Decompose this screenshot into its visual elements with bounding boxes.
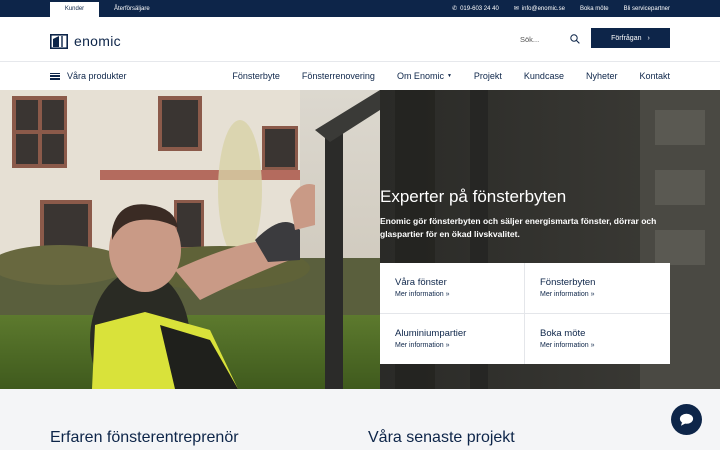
hero-section: Experter på fönsterbyten Enomic gör föns…	[0, 90, 720, 389]
request-button[interactable]: Förfrågan ›	[591, 28, 670, 48]
logo[interactable]: enomic	[50, 33, 121, 49]
card-title: Boka möte	[540, 327, 586, 339]
content-section: Erfaren fönsterentreprenör Våra senaste …	[0, 389, 720, 450]
products-menu-label: Våra produkter	[67, 71, 127, 81]
site-header: enomic Förfrågan ›	[0, 17, 720, 62]
card-title: Fönsterbyten	[540, 277, 596, 288]
phone-number: 019-603 24 40	[460, 5, 499, 12]
chat-bubble-icon	[679, 413, 694, 426]
top-bar: Kunder Återförsäljare ✆ 019-603 24 40 ✉ …	[0, 0, 720, 17]
search-input[interactable]	[520, 34, 560, 44]
card-more-link[interactable]: Mer information »	[395, 342, 509, 349]
become-partner-link[interactable]: Bli servicepartner	[624, 6, 670, 12]
chevron-right-icon: ›	[647, 34, 650, 42]
top-bar-contacts: ✆ 019-603 24 40 ✉ info@enomic.se Boka mö…	[452, 0, 670, 17]
section-heading-right: Våra senaste projekt	[368, 429, 515, 446]
nav-kontakt[interactable]: Kontakt	[639, 71, 670, 81]
main-nav: Våra produkter Fönsterbyte Fönsterrenove…	[0, 62, 720, 90]
nav-om-enomic-label: Om Enomic	[396, 71, 444, 81]
phone-icon: ✆	[452, 6, 458, 12]
nav-fonsterrenovering[interactable]: Fönsterrenovering	[302, 71, 375, 81]
hero-title: Experter på fönsterbyten	[380, 187, 567, 206]
card-fonsterbyten[interactable]: Fönsterbyten Mer information »	[525, 263, 670, 314]
card-more-link[interactable]: Mer information »	[395, 291, 509, 298]
card-boka-mote[interactable]: Boka möte Mer information »	[525, 314, 670, 365]
chat-button[interactable]	[671, 404, 702, 435]
card-more-link[interactable]: Mer information »	[540, 342, 655, 349]
hero-cards: Våra fönster Mer information » Fönsterby…	[380, 263, 670, 364]
card-more-link[interactable]: Mer information »	[540, 291, 655, 298]
products-menu[interactable]: Våra produkter	[50, 62, 127, 90]
tab-kunder[interactable]: Kunder	[50, 2, 99, 17]
nav-nyheter[interactable]: Nyheter	[586, 71, 618, 81]
logo-mark-icon	[50, 33, 68, 49]
request-label: Förfrågan	[611, 34, 642, 42]
caret-down-icon: ▼	[446, 73, 452, 79]
nav-projekt[interactable]: Projekt	[474, 71, 502, 81]
card-title: Våra fönster	[395, 277, 447, 288]
card-vara-fonster[interactable]: Våra fönster Mer information »	[380, 263, 525, 314]
tab-aterforsaljare[interactable]: Återförsäljare	[104, 2, 160, 17]
search-icon[interactable]	[570, 34, 580, 44]
book-meeting-link[interactable]: Boka möte	[580, 6, 609, 12]
search-box	[520, 29, 580, 49]
mail-icon: ✉	[513, 6, 519, 12]
card-title: Aluminiumpartier	[395, 327, 467, 339]
nav-fonsterbyte[interactable]: Fönsterbyte	[232, 71, 280, 81]
hero-subtitle: Enomic gör fönsterbyten och säljer energ…	[380, 216, 657, 239]
section-heading-left: Erfaren fönsterentreprenör	[50, 429, 239, 446]
card-aluminiumpartier[interactable]: Aluminiumpartier Mer information »	[380, 313, 525, 364]
hamburger-icon	[50, 72, 60, 80]
email-link[interactable]: ✉ info@enomic.se	[513, 5, 565, 13]
email-address: info@enomic.se	[521, 5, 565, 12]
logo-text: enomic	[74, 33, 121, 49]
nav-kundcase[interactable]: Kundcase	[524, 71, 564, 81]
nav-om-enomic[interactable]: Om Enomic ▼	[397, 71, 452, 81]
phone-link[interactable]: ✆ 019-603 24 40	[452, 5, 499, 13]
nav-links: Fönsterbyte Fönsterrenovering Om Enomic …	[210, 62, 670, 90]
